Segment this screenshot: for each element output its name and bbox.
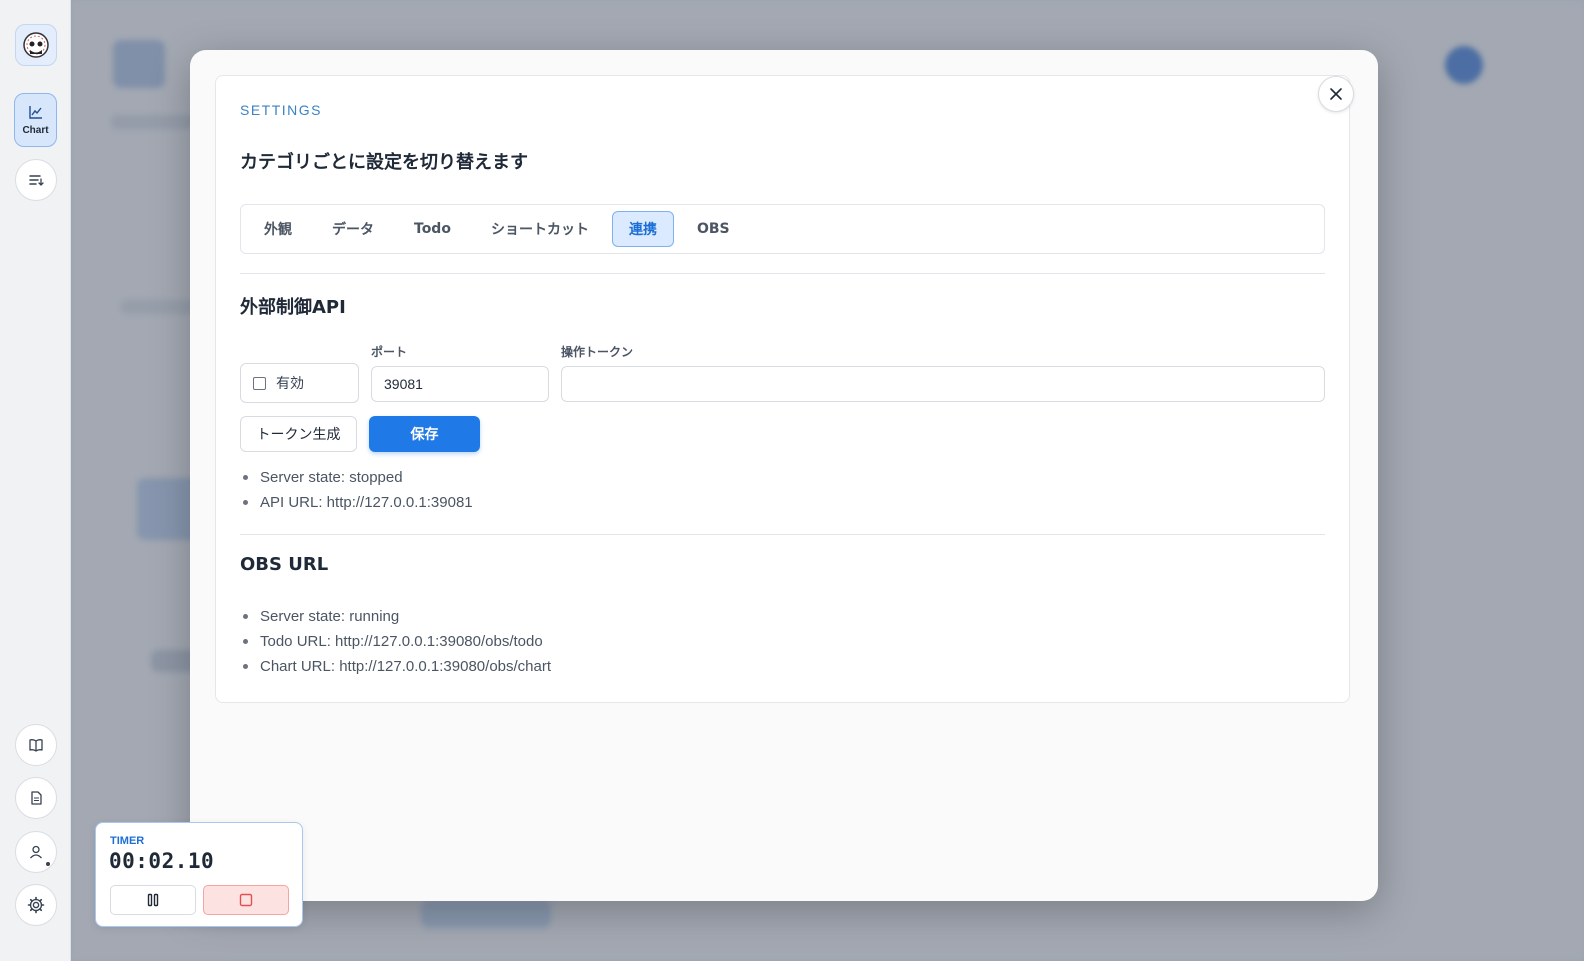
gear-icon: [27, 896, 45, 914]
obs-info-list: Server state: running Todo URL: http://1…: [240, 604, 551, 679]
tab-data[interactable]: データ: [315, 211, 391, 247]
timer-label: TIMER: [110, 835, 145, 847]
logo-icon: [23, 32, 49, 58]
settings-eyebrow: SETTINGS: [240, 102, 323, 118]
section-divider: [240, 534, 1325, 535]
stop-button[interactable]: [203, 885, 289, 915]
side-rail: Chart: [0, 0, 71, 961]
settings-card: SETTINGS カテゴリごとに設定を切り替えます 外観 データ Todo ショ…: [215, 75, 1350, 703]
tab-appearance[interactable]: 外観: [247, 211, 309, 247]
stop-icon: [239, 893, 253, 907]
document-icon: [31, 791, 42, 805]
nav-settings[interactable]: [15, 884, 57, 926]
nav-list[interactable]: [15, 159, 57, 201]
nav-chart[interactable]: Chart: [14, 93, 57, 147]
pause-button[interactable]: [110, 885, 196, 915]
book-icon: [29, 739, 43, 752]
tab-integration[interactable]: 連携: [611, 211, 674, 247]
nav-document[interactable]: [15, 777, 57, 819]
pause-icon: [147, 893, 159, 907]
list-item: Server state: running: [240, 604, 551, 629]
save-button[interactable]: 保存: [369, 416, 480, 452]
user-icon: [30, 845, 42, 859]
api-enabled-label: 有効: [276, 376, 304, 392]
list-item: Chart URL: http://127.0.0.1:39080/obs/ch…: [240, 654, 551, 679]
api-section-title: 外部制御API: [240, 297, 346, 318]
settings-modal: SETTINGS カテゴリごとに設定を切り替えます 外観 データ Todo ショ…: [190, 50, 1378, 901]
nav-book[interactable]: [15, 724, 57, 766]
settings-subtitle: カテゴリごとに設定を切り替えます: [240, 152, 528, 173]
list-filter-icon: [29, 175, 44, 186]
status-dot: [45, 861, 51, 867]
obs-section-title: OBS URL: [240, 554, 329, 575]
token-label: 操作トークン: [561, 345, 634, 359]
nav-chart-label: Chart: [22, 124, 49, 136]
timer-widget: TIMER 00:02.10: [95, 822, 303, 927]
tab-obs[interactable]: OBS: [680, 211, 747, 247]
nav-account[interactable]: [15, 831, 57, 873]
api-enabled-checkbox[interactable]: 有効: [240, 363, 359, 403]
port-input[interactable]: [371, 366, 549, 402]
token-input[interactable]: [561, 366, 1325, 402]
list-item: API URL: http://127.0.0.1:39081: [240, 490, 473, 515]
close-icon: [1330, 88, 1342, 100]
list-item: Server state: stopped: [240, 465, 473, 490]
section-divider: [240, 273, 1325, 274]
tab-shortcuts[interactable]: ショートカット: [474, 211, 606, 247]
settings-tabs: 外観 データ Todo ショートカット 連携 OBS: [240, 204, 1325, 254]
close-button[interactable]: [1318, 76, 1354, 112]
list-item: Todo URL: http://127.0.0.1:39080/obs/tod…: [240, 629, 551, 654]
timer-value: 00:02.10: [109, 849, 215, 873]
app-logo[interactable]: [15, 24, 57, 66]
api-info-list: Server state: stopped API URL: http://12…: [240, 465, 473, 515]
checkbox-icon[interactable]: [253, 376, 266, 390]
port-label: ポート: [371, 345, 408, 359]
tab-todo[interactable]: Todo: [397, 211, 468, 247]
chart-icon: [28, 105, 42, 119]
generate-token-button[interactable]: トークン生成: [240, 416, 357, 452]
